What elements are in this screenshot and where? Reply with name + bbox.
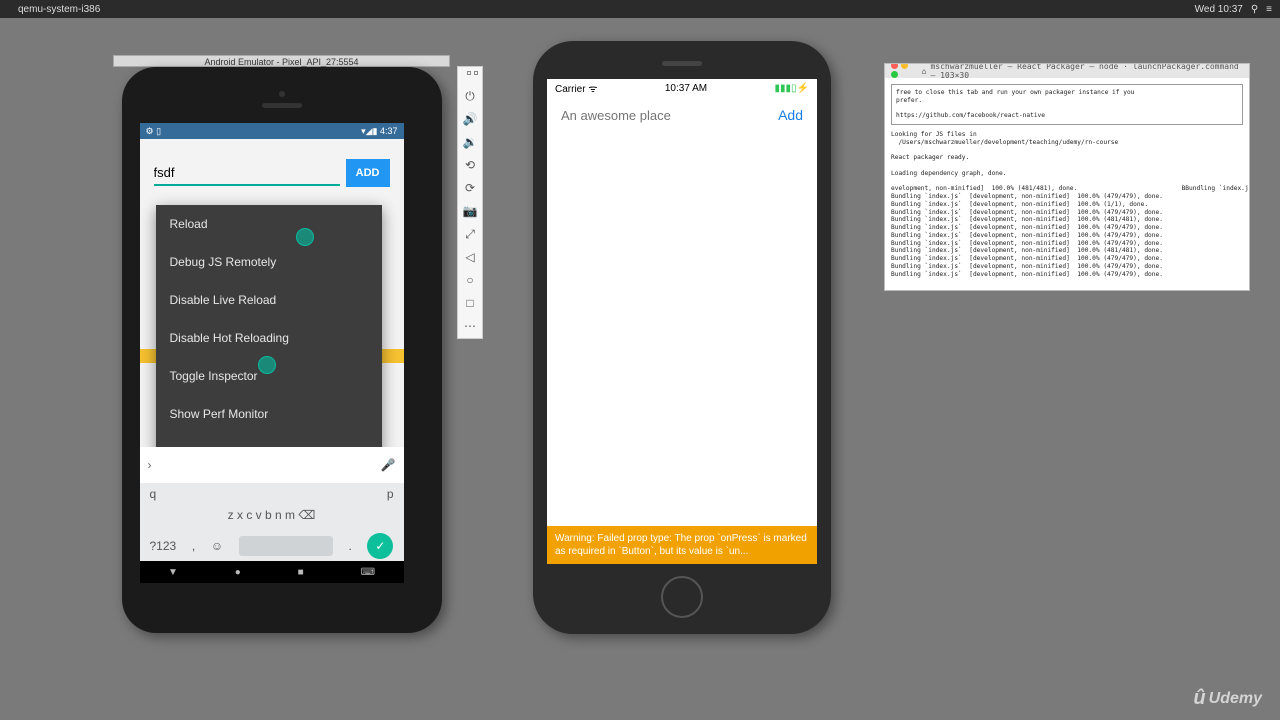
dev-menu-perf-monitor[interactable]: Show Perf Monitor	[156, 395, 382, 433]
key-q[interactable]: q	[150, 487, 157, 501]
nav-back-icon[interactable]: ▼	[168, 567, 178, 578]
nav-home-icon[interactable]: ●	[235, 567, 241, 578]
place-input[interactable]	[561, 108, 770, 123]
android-device-frame: ⚙ ▯ ▾◢▮ 4:37 ADD Reload Debug JS Remotel…	[122, 67, 442, 633]
carrier-label: Carrier ᯤ	[555, 81, 597, 95]
status-time: 4:37	[380, 126, 398, 136]
terminal-window: ⌂ mschwarzmueller — React Packager — nod…	[884, 63, 1250, 291]
ios-screen: Carrier ᯤ 10:37 AM ▮▮▮▯⚡ Add Warning: Fa…	[547, 79, 817, 564]
symbols-key[interactable]: ?123	[150, 539, 177, 553]
camera-dot	[279, 91, 285, 97]
search-icon[interactable]: ⚲	[1251, 4, 1258, 15]
nav-recent-icon[interactable]: ■	[298, 567, 304, 578]
ios-simulator-frame: Carrier ᯤ 10:37 AM ▮▮▮▯⚡ Add Warning: Fa…	[533, 41, 831, 634]
android-nav-bar: ▼ ● ■ ⌨	[140, 561, 404, 583]
space-key[interactable]	[239, 536, 333, 556]
emoji-icon[interactable]: ☺	[211, 539, 223, 553]
key-p[interactable]: p	[387, 487, 394, 501]
keyboard-suggestion-bar[interactable]: › 🎤	[140, 447, 404, 483]
terminal-body[interactable]: free to close this tab and run your own …	[885, 78, 1249, 284]
terminal-titlebar[interactable]: ⌂ mschwarzmueller — React Packager — nod…	[885, 64, 1249, 78]
zoom-icon[interactable]: ⤢	[462, 226, 478, 242]
emulator-toolbar: ⏻ 🔊 🔉 ⟲ ⟳ 📷 ⤢ ◁ ○ □ ⋯	[457, 66, 483, 339]
camera-icon[interactable]: 📷	[462, 203, 478, 219]
home-button[interactable]	[661, 576, 703, 618]
add-button[interactable]: ADD	[346, 159, 390, 187]
dev-menu-debug-js[interactable]: Debug JS Remotely	[156, 243, 382, 281]
touch-ripple-icon	[296, 228, 314, 246]
terminal-output: Looking for JS files in /Users/mschwarzm…	[891, 131, 1250, 278]
app-name: qemu-system-i386	[18, 4, 100, 15]
keyboard-row[interactable]: z x c v b n m ⌫	[140, 505, 404, 525]
power-icon[interactable]: ⏻	[462, 88, 478, 104]
rotate-left-icon[interactable]: ⟲	[462, 157, 478, 173]
ios-status-bar: Carrier ᯤ 10:37 AM ▮▮▮▯⚡	[547, 79, 817, 97]
menu-icon[interactable]: ≡	[1266, 4, 1272, 15]
prop-type-warning[interactable]: Warning: Failed prop type: The prop `onP…	[547, 526, 817, 564]
speaker-slot	[262, 103, 302, 108]
touch-ripple-icon	[258, 356, 276, 374]
menubar-time: Wed 10:37	[1195, 4, 1243, 15]
dev-menu-disable-live-reload[interactable]: Disable Live Reload	[156, 281, 382, 319]
place-input[interactable]	[154, 161, 340, 186]
battery-icon: ▮▮▮▯⚡	[775, 83, 809, 94]
emulator-window-controls[interactable]	[459, 71, 481, 81]
add-button[interactable]: Add	[770, 107, 803, 123]
volume-up-icon[interactable]: 🔊	[462, 111, 478, 127]
udemy-watermark: û Udemy	[1193, 687, 1262, 710]
ios-speaker	[662, 61, 702, 66]
macos-menubar: qemu-system-i386 Wed 10:37 ⚲ ≡	[0, 0, 1280, 18]
ios-time: 10:37 AM	[665, 83, 707, 94]
rotate-right-icon[interactable]: ⟳	[462, 180, 478, 196]
volume-down-icon[interactable]: 🔉	[462, 134, 478, 150]
back-icon[interactable]: ◁	[462, 249, 478, 265]
home-icon: ⌂	[922, 67, 927, 76]
nav-keyboard-icon[interactable]: ⌨	[361, 567, 375, 578]
more-icon[interactable]: ⋯	[462, 318, 478, 334]
chevron-right-icon[interactable]: ›	[148, 458, 152, 472]
android-keyboard[interactable]: › 🎤 q p z x c v b n m ⌫ ?123 , ☺ . ✓	[140, 483, 404, 561]
overview-icon[interactable]: □	[462, 295, 478, 311]
home-icon[interactable]: ○	[462, 272, 478, 288]
dev-menu-disable-hot-reload[interactable]: Disable Hot Reloading	[156, 319, 382, 357]
dev-menu-reload[interactable]: Reload	[156, 205, 382, 243]
udemy-logo-icon: û	[1193, 687, 1205, 710]
enter-key[interactable]: ✓	[367, 533, 393, 559]
mic-icon[interactable]: 🎤	[381, 458, 396, 472]
terminal-title: mschwarzmueller — React Packager — node …	[930, 63, 1243, 80]
android-screen: ⚙ ▯ ▾◢▮ 4:37 ADD Reload Debug JS Remotel…	[140, 123, 404, 583]
android-status-bar: ⚙ ▯ ▾◢▮ 4:37	[140, 123, 404, 139]
gear-icon[interactable]: ⚙ ▯	[146, 126, 162, 137]
android-emulator-window: Android Emulator - Pixel_API_27:5554 ⚙ ▯…	[113, 55, 450, 633]
emulator-title: Android Emulator - Pixel_API_27:5554	[113, 55, 450, 67]
